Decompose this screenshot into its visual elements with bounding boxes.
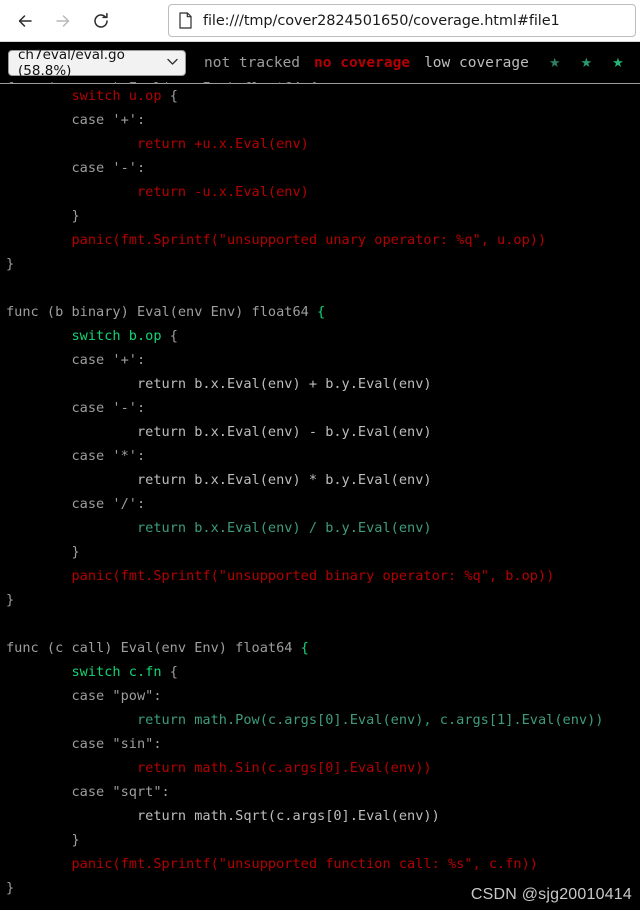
coverage-star-3: ★ [612,55,624,70]
code-line: case '-': [6,160,145,176]
legend-low-coverage: low coverage [424,54,529,71]
code-token: { [169,664,178,680]
address-bar[interactable]: file:///tmp/cover2824501650/coverage.htm… [168,4,636,37]
code-line: panic(fmt.Sprintf("unsupported binary op… [6,568,554,584]
code-token: { [169,328,178,344]
reload-button[interactable] [82,4,120,38]
code-token: func (b binary) Eval(env Env) float64 [6,304,317,320]
url-text: file:///tmp/cover2824501650/coverage.htm… [203,12,560,29]
code-token: case "sqrt": [71,784,170,800]
code-token: } [71,208,80,224]
code-line: return b.x.Eval(env) + b.y.Eval(env) [6,376,432,392]
code-token: return b.x.Eval(env) * b.y.Eval(env) [136,472,432,488]
code-token: case '*': [71,448,146,464]
code-line: panic(fmt.Sprintf("unsupported unary ope… [6,232,546,248]
code-token: { [300,640,309,656]
code-token: return -u.x.Eval(env) [136,184,309,200]
code-line: return math.Pow(c.args[0].Eval(env), c.a… [6,712,604,728]
code-line: return b.x.Eval(env) * b.y.Eval(env) [6,472,432,488]
code-line: case '/': [6,496,145,512]
coverage-star-scale: ★ ★ ★ ★ ★ [549,56,640,69]
code-line: switch b.op { [6,328,178,344]
code-token: case '-': [71,400,146,416]
file-select[interactable]: ch7eval/eval.go (58.8%) [8,46,186,79]
code-line: } [6,592,14,608]
code-line: case "pow": [6,688,162,704]
chevron-down-icon [167,56,178,69]
coverage-code-view[interactable]: switch u.op { case '+': return +u.x.Eval… [0,84,640,910]
code-line: func (c call) Eval(env Env) float64 { [6,640,309,656]
legend-not-tracked: not tracked [204,54,301,71]
code-line: return math.Sqrt(c.args[0].Eval(env)) [6,808,440,824]
code-line: } [6,832,80,848]
code-token: } [71,832,80,848]
file-select-value: ch7eval/eval.go (58.8%) [18,46,125,79]
back-button[interactable] [6,4,44,38]
code-token: case '/': [71,496,146,512]
code-token: panic(fmt.Sprintf("unsupported function … [71,856,538,872]
code-line: switch c.fn { [6,664,178,680]
code-token: return math.Sin(c.args[0].Eval(env)) [136,760,432,776]
forward-button[interactable] [44,4,82,38]
code-token: } [6,880,15,896]
code-token: } [6,256,15,272]
code-token: func (c call) Eval(env Env) float64 [6,640,301,656]
coverage-star-2: ★ [580,55,593,70]
document-icon [178,12,193,29]
code-line: case '*': [6,448,145,464]
code-token: } [71,544,80,560]
coverage-legend: not tracked no coverage low coverage [204,55,529,71]
code-token: panic(fmt.Sprintf("unsupported unary ope… [71,232,547,248]
code-block: switch u.op { case '+': return +u.x.Eval… [0,84,640,900]
code-line: func (b binary) Eval(env Env) float64 { [6,304,325,320]
code-line: } [6,880,14,896]
code-token: case '-': [71,160,146,176]
code-line: return b.x.Eval(env) - b.y.Eval(env) [6,424,432,440]
code-line: case "sqrt": [6,784,170,800]
navigation-buttons [0,4,120,38]
code-token: { [169,88,178,104]
code-token: return b.x.Eval(env) - b.y.Eval(env) [136,424,432,440]
back-arrow-icon [15,11,35,31]
code-token: return b.x.Eval(env) / b.y.Eval(env) [136,520,432,536]
code-line: case '+': [6,112,145,128]
browser-toolbar: file:///tmp/cover2824501650/coverage.htm… [0,0,640,42]
code-line: return -u.x.Eval(env) [6,184,309,200]
code-token: { [317,304,326,320]
code-token: return math.Sqrt(c.args[0].Eval(env)) [136,808,440,824]
code-line: return b.x.Eval(env) / b.y.Eval(env) [6,520,432,536]
code-token: switch b.op [71,328,170,344]
forward-arrow-icon [53,11,73,31]
code-token: return math.Pow(c.args[0].Eval(env), c.a… [136,712,604,728]
code-line: return math.Sin(c.args[0].Eval(env)) [6,760,432,776]
code-line: } [6,208,80,224]
code-line: case '+': [6,352,145,368]
code-token: switch u.op [71,88,170,104]
coverage-star-1: ★ [548,55,561,70]
code-line: case "sin": [6,736,162,752]
watermark: CSDN @sjg20010414 [470,886,632,903]
code-line: case '-': [6,400,145,416]
code-line: } [6,256,14,272]
code-token: panic(fmt.Sprintf("unsupported binary op… [71,568,555,584]
code-token: case "sin": [71,736,162,752]
code-token: case '+': [71,112,146,128]
code-line: switch u.op { [6,88,178,104]
code-token: return b.x.Eval(env) + b.y.Eval(env) [136,376,432,392]
code-token: case "pow": [71,688,162,704]
browser-window: file:///tmp/cover2824501650/coverage.htm… [0,0,640,910]
code-token: case '+': [71,352,146,368]
code-token: return +u.x.Eval(env) [136,136,309,152]
code-line: return +u.x.Eval(env) [6,136,309,152]
legend-no-coverage: no coverage [314,54,411,71]
code-token: } [6,592,15,608]
code-line: } [6,544,80,560]
code-line: panic(fmt.Sprintf("unsupported function … [6,856,538,872]
reload-icon [91,11,111,31]
code-token: switch c.fn [71,664,170,680]
